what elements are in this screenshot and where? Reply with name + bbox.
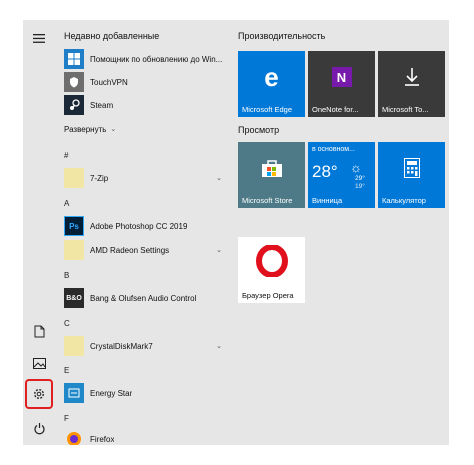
tile-label: OneNote for... — [312, 105, 359, 114]
app-item-touchvpn[interactable]: TouchVPN — [60, 71, 228, 93]
weather-high: 29° — [355, 175, 365, 182]
hamburger-icon — [33, 33, 45, 43]
app-label: Bang & Olufsen Audio Control — [90, 293, 197, 303]
tile-microsoft-edge[interactable]: e Microsoft Edge — [238, 51, 305, 117]
chevron-down-icon: ⌄ — [216, 247, 222, 254]
tile-label: Microsoft To... — [382, 105, 429, 114]
folder-icon — [64, 168, 84, 188]
app-item-steam[interactable]: Steam — [60, 94, 228, 116]
power-button[interactable] — [27, 416, 51, 440]
group-title-productivity: Производительность — [238, 31, 326, 41]
app-item-energy-star[interactable]: Energy Star — [60, 382, 228, 404]
energy-star-icon — [64, 383, 84, 403]
app-label: Energy Star — [90, 388, 133, 398]
app-item-bang-olufsen[interactable]: B&O Bang & Olufsen Audio Control — [60, 287, 228, 309]
app-list: Недавно добавленные Помощник по обновлен… — [60, 20, 228, 445]
chevron-down-icon: ⌄ — [110, 126, 117, 133]
store-icon — [238, 150, 305, 186]
app-label: TouchVPN — [90, 77, 128, 87]
section-letter[interactable]: # — [64, 151, 68, 160]
tile-calculator[interactable]: Калькулятор — [378, 142, 445, 208]
section-letter[interactable]: C — [64, 319, 70, 328]
tile-microsoft-store[interactable]: Microsoft Store — [238, 142, 305, 208]
steam-icon — [64, 95, 84, 115]
app-label: 7-Zip — [90, 173, 109, 183]
settings-button[interactable] — [27, 382, 51, 406]
weather-region: в основном... — [312, 146, 355, 153]
document-icon — [34, 325, 44, 337]
weather-low: 19° — [355, 183, 365, 190]
section-letter[interactable]: E — [64, 366, 69, 375]
folder-icon — [64, 336, 84, 356]
tile-label: Браузер Opera — [242, 291, 294, 300]
section-letter[interactable]: F — [64, 414, 69, 423]
bang-olufsen-icon: B&O — [64, 288, 84, 308]
app-item-windows-update-assistant[interactable]: Помощник по обновлению до Win... — [60, 48, 228, 70]
edge-icon: e — [264, 61, 279, 92]
group-title-browse: Просмотр — [238, 125, 280, 135]
app-item-firefox[interactable]: Firefox — [60, 428, 228, 445]
app-label: Adobe Photoshop CC 2019 — [90, 221, 188, 231]
pictures-button[interactable] — [27, 351, 51, 375]
expand-label: Развернуть — [64, 124, 107, 134]
tiles-area: Производительность e Microsoft Edge N On… — [237, 20, 449, 445]
app-label: Steam — [90, 100, 114, 110]
app-item-crystaldiskmark[interactable]: CrystalDiskMark7 ⌄ — [60, 335, 228, 357]
hamburger-menu-button[interactable] — [27, 26, 51, 50]
tile-opera[interactable]: Браузер Opera — [238, 237, 305, 303]
app-label: Firefox — [90, 434, 115, 444]
download-icon — [378, 59, 445, 95]
tile-microsoft-todo[interactable]: Microsoft To... — [378, 51, 445, 117]
opera-icon — [238, 243, 305, 279]
tile-label: Microsoft Edge — [242, 105, 293, 114]
app-label: CrystalDiskMark7 — [90, 341, 153, 351]
recently-added-heading: Недавно добавленные — [64, 31, 160, 41]
firefox-icon — [64, 429, 84, 445]
start-menu: Недавно добавленные Помощник по обновлен… — [23, 20, 449, 445]
section-letter[interactable]: A — [64, 199, 69, 208]
chevron-down-icon: ⌄ — [216, 175, 222, 182]
picture-icon — [32, 357, 46, 369]
start-rail — [23, 20, 55, 445]
tile-weather[interactable]: в основном... 28° ☼ 29° 19° Винница — [308, 142, 375, 208]
tile-onenote[interactable]: N OneNote for... — [308, 51, 375, 117]
photoshop-icon: Ps — [64, 216, 84, 236]
windows-logo-icon — [64, 49, 84, 69]
app-label: Помощник по обновлению до Win... — [90, 54, 223, 64]
touchvpn-icon — [64, 72, 84, 92]
expand-button[interactable]: Развернуть ⌄ — [60, 120, 228, 138]
section-letter[interactable]: B — [64, 271, 69, 280]
calculator-icon — [378, 150, 445, 186]
app-item-photoshop[interactable]: Ps Adobe Photoshop CC 2019 — [60, 215, 228, 237]
documents-button[interactable] — [27, 319, 51, 343]
app-label: AMD Radeon Settings — [90, 245, 170, 255]
chevron-down-icon: ⌄ — [216, 343, 222, 350]
weather-temperature: 28° — [312, 162, 338, 181]
power-icon — [33, 422, 45, 434]
tile-label: Винница — [312, 196, 343, 205]
onenote-icon: N — [308, 59, 375, 95]
partly-cloudy-icon: ☼ — [350, 160, 362, 175]
folder-icon — [64, 240, 84, 260]
tile-label: Калькулятор — [382, 196, 426, 205]
app-item-7zip[interactable]: 7-Zip ⌄ — [60, 167, 228, 189]
app-item-amd-radeon[interactable]: AMD Radeon Settings ⌄ — [60, 239, 228, 261]
tile-label: Microsoft Store — [242, 196, 293, 205]
gear-icon — [33, 388, 45, 400]
